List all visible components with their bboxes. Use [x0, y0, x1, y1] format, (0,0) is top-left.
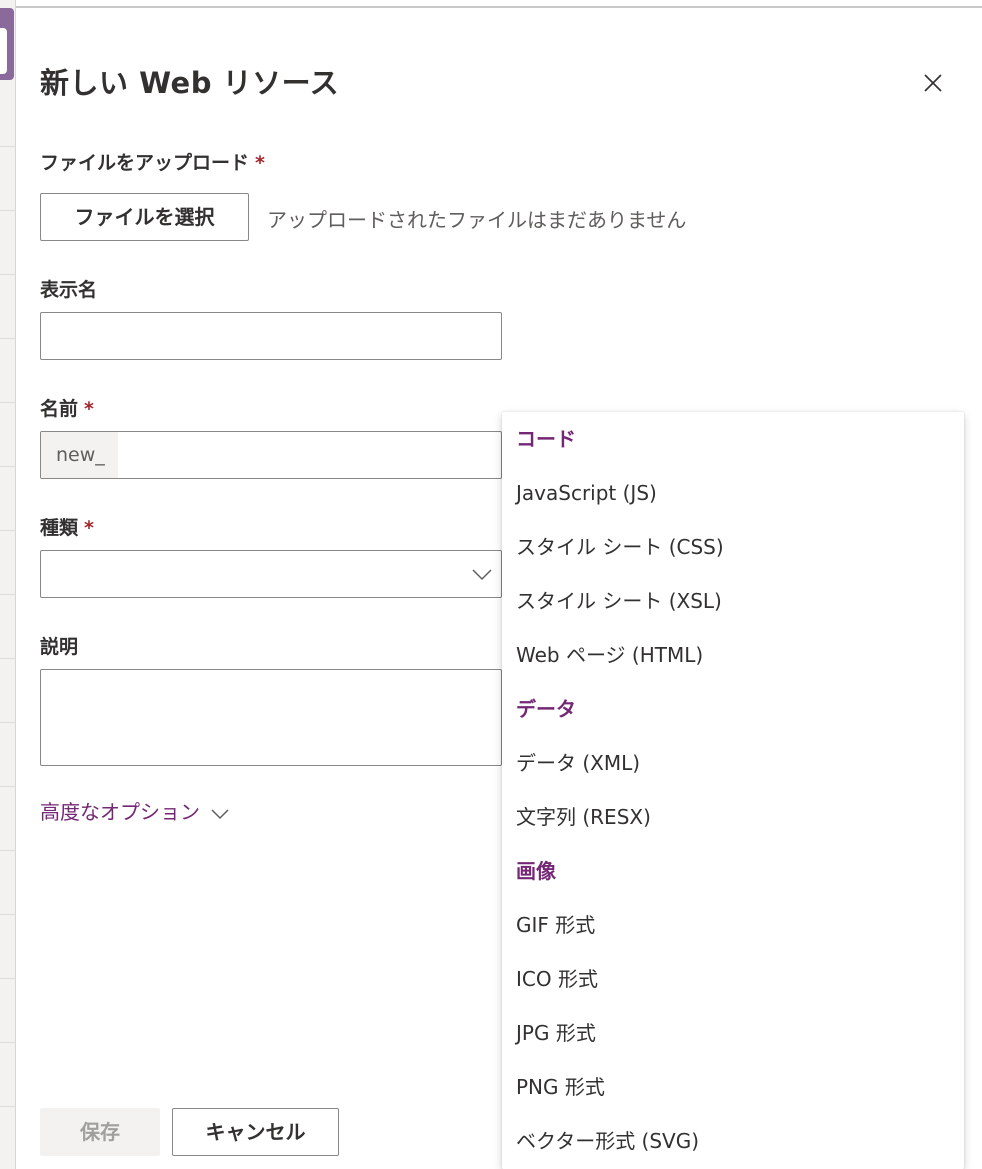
option-javascript[interactable]: JavaScript (JS)	[502, 466, 964, 520]
background-page-strip	[0, 0, 16, 1169]
group-header-image: 画像	[516, 859, 556, 883]
required-mark: *	[255, 152, 265, 174]
option-gif[interactable]: GIF 形式	[502, 898, 964, 952]
option-png[interactable]: PNG 形式	[502, 1060, 964, 1114]
name-label: 名前 *	[40, 398, 94, 420]
panel-title: 新しい Web リソース	[40, 66, 340, 100]
name-input[interactable]: new_	[40, 431, 502, 479]
background-accent	[0, 8, 14, 80]
option-html[interactable]: Web ページ (HTML)	[502, 628, 964, 682]
group-header-code: コード	[516, 427, 576, 451]
option-xsl[interactable]: スタイル シート (XSL)	[502, 574, 964, 628]
display-name-label: 表示名	[40, 279, 98, 301]
close-icon	[924, 74, 942, 92]
type-label: 種類 *	[40, 517, 94, 539]
option-xml[interactable]: データ (XML)	[502, 736, 964, 790]
display-name-input[interactable]	[40, 312, 502, 360]
required-mark: *	[84, 398, 94, 420]
type-dropdown-list: コード JavaScript (JS) スタイル シート (CSS) スタイル …	[502, 412, 964, 1169]
description-label: 説明	[40, 636, 79, 658]
choose-file-button[interactable]: ファイルを選択	[40, 193, 249, 241]
option-svg[interactable]: ベクター形式 (SVG)	[502, 1114, 964, 1168]
upload-status-text: アップロードされたファイルはまだありません	[267, 208, 687, 232]
close-button[interactable]	[920, 70, 946, 96]
description-textarea[interactable]	[40, 669, 502, 766]
chevron-down-icon	[211, 808, 229, 819]
option-ico[interactable]: ICO 形式	[502, 952, 964, 1006]
required-mark: *	[84, 517, 94, 539]
option-css[interactable]: スタイル シート (CSS)	[502, 520, 964, 574]
chevron-down-icon	[472, 569, 492, 581]
option-jpg[interactable]: JPG 形式	[502, 1006, 964, 1060]
name-prefix: new_	[41, 432, 118, 478]
advanced-options-toggle[interactable]: 高度なオプション	[40, 796, 230, 825]
cancel-button[interactable]: キャンセル	[172, 1108, 339, 1156]
option-resx[interactable]: 文字列 (RESX)	[502, 790, 964, 844]
type-dropdown[interactable]	[40, 550, 502, 598]
group-header-data: データ	[516, 697, 576, 721]
save-button[interactable]: 保存	[40, 1108, 160, 1156]
upload-label: ファイルをアップロード *	[40, 152, 265, 174]
